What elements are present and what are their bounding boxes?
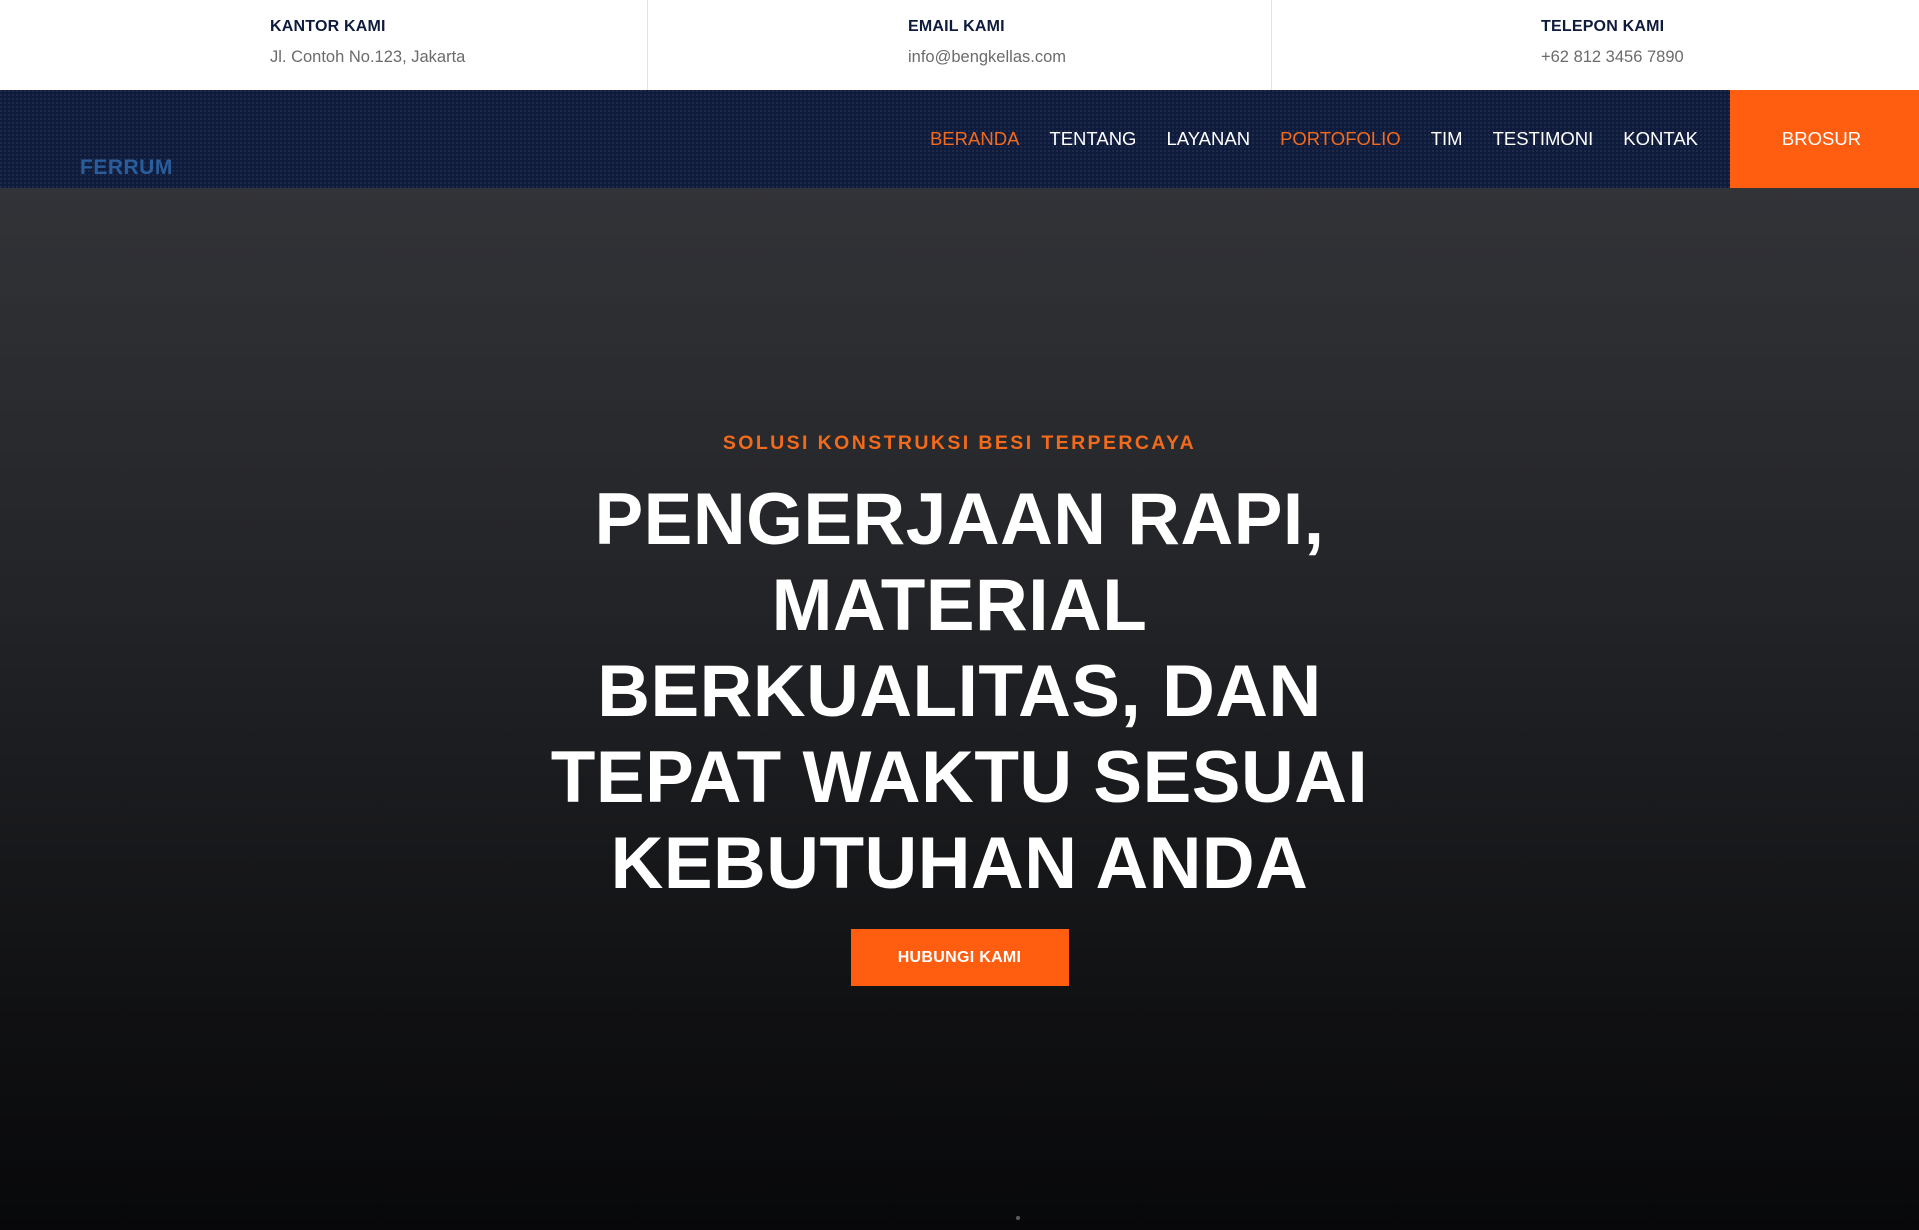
- brosur-label: BROSUR: [1781, 128, 1862, 149]
- nav-item-portofolio[interactable]: PORTOFOLIO: [1280, 128, 1401, 150]
- slider-dot[interactable]: [1016, 1216, 1020, 1220]
- slider-prev-button[interactable]: [130, 692, 160, 732]
- contact-bar: KANTOR KAMI Jl. Contoh No.123, Jakarta E…: [0, 0, 1919, 90]
- nav-item-tim[interactable]: TIM: [1431, 128, 1463, 150]
- nav-item-beranda[interactable]: BERANDA: [930, 128, 1019, 150]
- nav-item-testimoni[interactable]: TESTIMONI: [1493, 128, 1594, 150]
- hero-content: SOLUSI KONSTRUKSI BESI TERPERCAYA PENGER…: [0, 432, 1919, 986]
- brand-name: FERRUM: [80, 156, 173, 179]
- envelope-icon: [848, 22, 892, 68]
- nav-item-tentang[interactable]: TENTANG: [1049, 128, 1136, 150]
- hubungi-kami-button[interactable]: HUBUNGI KAMI: [850, 929, 1069, 986]
- contact-office-title: KANTOR KAMI: [270, 18, 386, 35]
- hero-slider: SOLUSI KONSTRUKSI BESI TERPERCAYA PENGER…: [0, 188, 1919, 1230]
- contact-office-address: Jl. Contoh No.123, Jakarta: [270, 48, 466, 66]
- nav-item-layanan[interactable]: LAYANAN: [1166, 128, 1250, 150]
- hero-subtitle: SOLUSI KONSTRUKSI BESI TERPERCAYA: [722, 432, 1197, 454]
- slider-pagination: [1016, 1216, 1020, 1220]
- contact-phone-title: TELEPON KAMI: [1541, 18, 1665, 35]
- nav-item-kontak[interactable]: KONTAK: [1623, 128, 1698, 150]
- contact-phone-number[interactable]: +62 812 3456 7890: [1541, 48, 1684, 67]
- phone-vibrate-icon: [1475, 22, 1519, 68]
- contact-email: EMAIL KAMI info@bengkellas.com: [648, 0, 1272, 90]
- contact-email-title: EMAIL KAMI: [908, 18, 1005, 35]
- contact-office: KANTOR KAMI Jl. Contoh No.123, Jakarta: [0, 0, 648, 90]
- main-navbar: FERRUM BERANDA TENTANG LAYANAN PORTOFOLI…: [0, 90, 1919, 188]
- hero-headline: PENGERJAAN RAPI, MATERIAL BERKUALITAS, D…: [550, 479, 1369, 904]
- brand-logo[interactable]: FERRUM: [78, 98, 178, 182]
- contact-email-address[interactable]: info@bengkellas.com: [908, 48, 1066, 67]
- slider-next-button[interactable]: [1760, 692, 1790, 732]
- brosur-button[interactable]: BROSUR: [1730, 90, 1919, 188]
- main-nav: BERANDA TENTANG LAYANAN PORTOFOLIO TIM T…: [930, 90, 1698, 188]
- map-pin-icon: [210, 22, 254, 68]
- contact-phone: TELEPON KAMI +62 812 3456 7890: [1272, 0, 1919, 90]
